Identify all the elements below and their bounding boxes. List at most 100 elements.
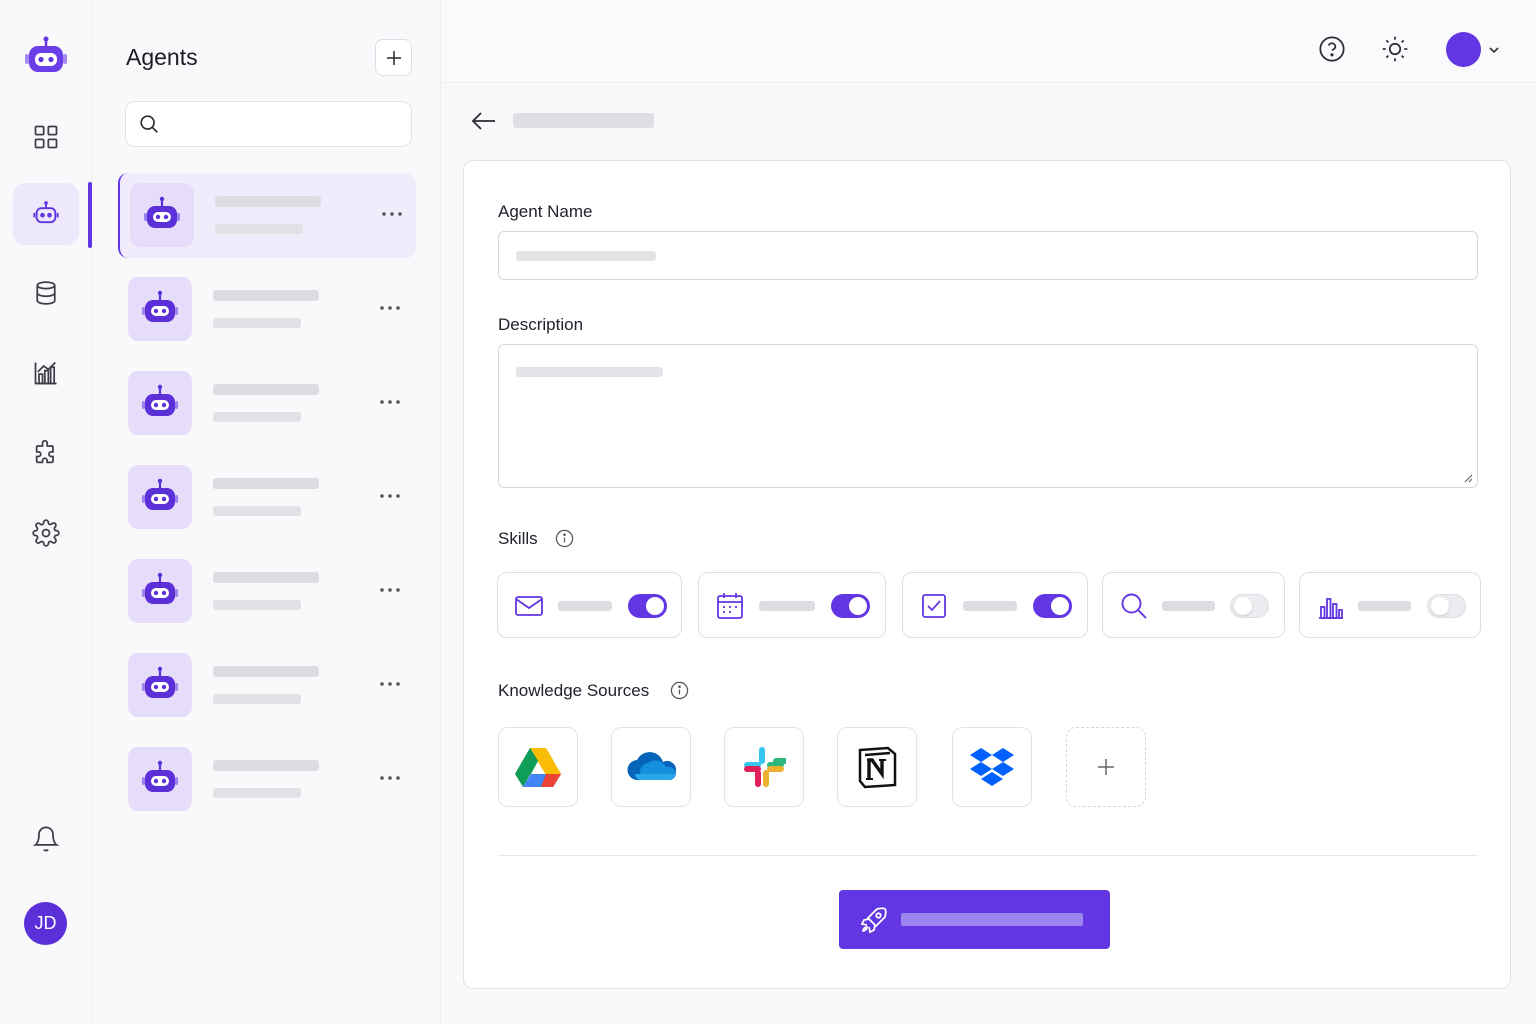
skill-search[interactable] <box>1102 572 1285 638</box>
more-horizontal-icon <box>380 588 400 592</box>
nav-database[interactable] <box>13 262 79 324</box>
checkbox-icon <box>922 594 946 618</box>
agent-options-button[interactable] <box>376 577 404 603</box>
agent-options-button[interactable] <box>376 389 404 415</box>
skill-label-placeholder <box>1162 601 1215 611</box>
agent-list-item[interactable] <box>118 173 416 258</box>
skill-email[interactable] <box>497 572 682 638</box>
info-icon[interactable] <box>555 529 574 548</box>
database-icon <box>36 281 56 305</box>
help-icon[interactable] <box>1318 35 1346 63</box>
nav-rail: JD <box>0 0 92 1024</box>
create-agent-button[interactable] <box>839 890 1110 949</box>
analytics-icon <box>34 361 57 385</box>
top-bar <box>441 0 1536 83</box>
agent-name-placeholder <box>215 196 321 207</box>
info-icon[interactable] <box>670 681 689 700</box>
agent-list-item[interactable] <box>118 549 416 634</box>
nav-settings[interactable] <box>13 502 79 564</box>
skill-label-placeholder <box>963 601 1017 611</box>
agent-options-button[interactable] <box>376 765 404 791</box>
description-field[interactable] <box>498 344 1478 488</box>
robot-icon <box>142 290 178 322</box>
bell-icon <box>32 826 60 852</box>
add-agent-button[interactable] <box>375 39 412 76</box>
agent-meta-placeholder <box>213 412 301 422</box>
robot-logo-icon[interactable] <box>23 36 69 78</box>
more-horizontal-icon <box>380 306 400 310</box>
source-onedrive[interactable] <box>611 727 691 807</box>
agent-avatar <box>128 747 192 811</box>
user-avatar-top[interactable] <box>1446 32 1481 67</box>
agent-list-item[interactable] <box>118 643 416 728</box>
agent-name-placeholder <box>213 760 319 771</box>
agent-name-field[interactable] <box>498 231 1478 280</box>
agent-avatar <box>130 183 194 247</box>
source-notion[interactable] <box>837 727 917 807</box>
skill-analytics[interactable] <box>1299 572 1481 638</box>
sun-icon[interactable] <box>1381 35 1409 63</box>
description-label: Description <box>498 315 584 334</box>
nav-integrations[interactable] <box>13 422 79 484</box>
agent-avatar <box>128 465 192 529</box>
agent-avatar <box>128 559 192 623</box>
robot-icon <box>142 760 178 792</box>
source-slack[interactable] <box>724 727 804 807</box>
agent-name-placeholder <box>213 666 319 677</box>
agent-search <box>125 101 412 147</box>
nav-analytics[interactable] <box>13 342 79 404</box>
more-horizontal-icon <box>380 494 400 498</box>
mail-icon <box>515 596 543 616</box>
search-input[interactable] <box>168 115 398 133</box>
agent-options-button[interactable] <box>378 201 406 227</box>
back-arrow-icon[interactable] <box>470 108 498 134</box>
bar-chart-icon <box>1319 598 1343 619</box>
notion-icon <box>858 746 897 789</box>
agent-meta-placeholder <box>213 694 301 704</box>
agent-list-item[interactable] <box>118 361 416 446</box>
source-dropbox[interactable] <box>952 727 1032 807</box>
agent-name-placeholder <box>516 251 656 261</box>
agent-avatar <box>128 653 192 717</box>
skill-calendar[interactable] <box>698 572 886 638</box>
skill-label-placeholder <box>558 601 612 611</box>
user-avatar[interactable]: JD <box>24 902 67 945</box>
skill-toggle[interactable] <box>1230 594 1269 618</box>
agent-name-placeholder <box>213 478 319 489</box>
agent-meta-placeholder <box>215 224 303 234</box>
panel-title: Agents <box>126 44 198 70</box>
skill-tasks[interactable] <box>902 572 1088 638</box>
agent-meta-placeholder <box>213 600 301 610</box>
agent-meta-placeholder <box>213 318 301 328</box>
skill-label-placeholder <box>759 601 815 611</box>
agent-list-item[interactable] <box>118 737 416 822</box>
nav-notifications[interactable] <box>13 808 79 870</box>
skill-toggle[interactable] <box>1033 594 1072 618</box>
skill-toggle[interactable] <box>628 594 667 618</box>
robot-icon <box>142 572 178 604</box>
agent-meta-placeholder <box>213 506 301 516</box>
agent-options-button[interactable] <box>376 671 404 697</box>
nav-dashboard[interactable] <box>13 106 79 168</box>
agent-list-item[interactable] <box>118 455 416 540</box>
more-horizontal-icon <box>380 776 400 780</box>
more-horizontal-icon <box>380 682 400 686</box>
agent-name-placeholder <box>213 384 319 395</box>
agent-list-item[interactable] <box>118 267 416 352</box>
source-google-drive[interactable] <box>498 727 578 807</box>
nav-agents[interactable] <box>13 183 79 245</box>
agent-name-placeholder <box>213 572 319 583</box>
robot-icon <box>142 384 178 416</box>
agents-panel: Agents <box>92 0 441 1024</box>
skill-toggle[interactable] <box>1427 594 1466 618</box>
add-source-button[interactable] <box>1066 727 1146 807</box>
agent-options-button[interactable] <box>376 483 404 509</box>
agent-options-button[interactable] <box>376 295 404 321</box>
resize-handle-icon[interactable] <box>1463 473 1473 483</box>
agent-name-placeholder <box>213 290 319 301</box>
agent-form-card: Agent Name Description Skills Knowledge … <box>463 160 1511 989</box>
more-horizontal-icon <box>380 400 400 404</box>
chevron-down-icon[interactable] <box>1487 43 1501 57</box>
skill-toggle[interactable] <box>831 594 870 618</box>
robot-icon <box>142 666 178 698</box>
